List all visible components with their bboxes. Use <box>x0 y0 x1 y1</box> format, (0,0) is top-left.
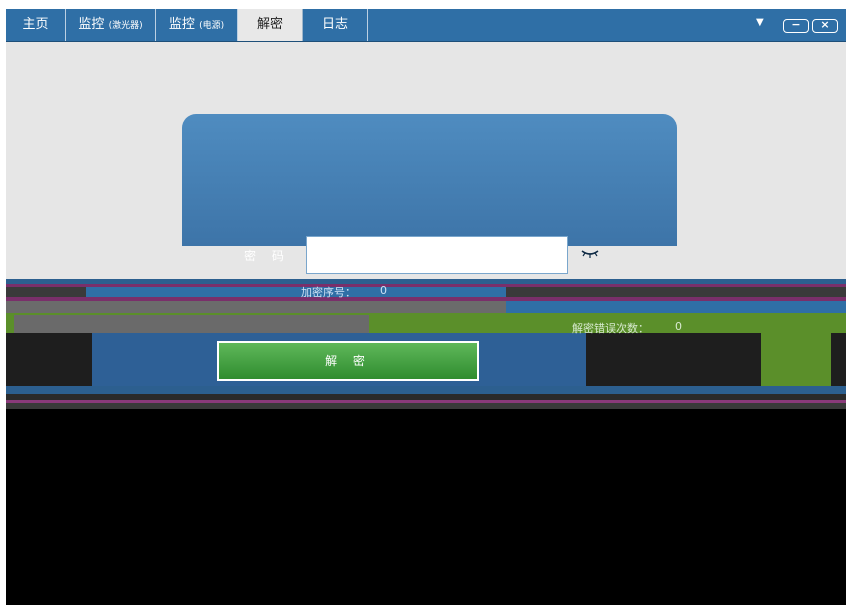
error-count-value: 0 <box>675 320 682 333</box>
eye-closed-icon[interactable] <box>581 247 599 259</box>
tab-monitor-laser[interactable]: 监控 (激光器) <box>66 9 156 41</box>
tab-log[interactable]: 日志 <box>303 9 368 41</box>
glitch-band <box>6 386 846 394</box>
decrypt-button[interactable]: 解 密 <box>217 341 479 381</box>
password-input[interactable] <box>306 236 568 274</box>
dropdown-icon[interactable]: ▼ <box>756 17 764 28</box>
app-window: 主页 监控 (激光器) 监控 (电源) 解密 日志 ▼ − × 密 码 加密序号… <box>6 9 846 605</box>
glitch-band <box>506 301 846 313</box>
tab-monitor-power[interactable]: 监控 (电源) <box>156 9 238 41</box>
tab-home[interactable]: 主页 <box>6 9 66 41</box>
error-count-label: 解密错误次数： <box>572 322 649 335</box>
glitch-band <box>86 287 506 297</box>
encryption-serial-value: 0 <box>380 284 387 297</box>
password-label: 密 码 <box>244 249 290 263</box>
tab-decrypt[interactable]: 解密 <box>238 9 303 41</box>
minimize-button[interactable]: − <box>783 19 809 33</box>
tab-bar: 主页 监控 (激光器) 监控 (电源) 解密 日志 ▼ − × <box>6 9 846 42</box>
close-button[interactable]: × <box>812 19 838 33</box>
glitch-band <box>14 315 369 333</box>
encryption-serial-label: 加密序号： <box>301 286 356 299</box>
decrypt-panel <box>182 114 677 246</box>
glitch-band <box>6 403 846 409</box>
glitch-band <box>761 333 831 386</box>
